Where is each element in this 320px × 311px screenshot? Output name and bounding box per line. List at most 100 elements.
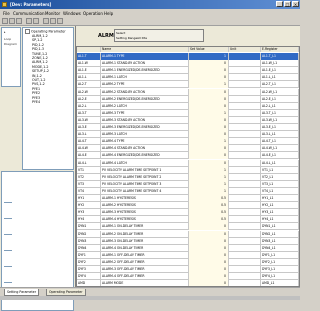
cell-set-value[interactable]: 0 xyxy=(189,258,229,266)
tab-setting-parameter[interactable]: Setting Parameter xyxy=(4,289,40,296)
column-header[interactable]: Set Value xyxy=(189,47,229,52)
table-row[interactable]: AL2.E ALARM-2 ENERGIZED/DE-ENERGIZED 0 AL2.… xyxy=(77,95,299,103)
cell-set-value[interactable]: 0 xyxy=(189,251,229,259)
cell-set-value[interactable]: 0 xyxy=(189,102,229,110)
table-row[interactable]: AL1.T ALARM-1 TYPE 1 AL1.T_L1 xyxy=(77,53,299,60)
menu-help[interactable]: Help xyxy=(104,11,113,16)
cell-set-value[interactable]: 0 xyxy=(189,124,229,131)
cell-set-value[interactable]: 0 xyxy=(189,88,229,96)
tree-item[interactable]: PYE2 xyxy=(32,91,40,95)
tree-item[interactable]: ALRM,1-2 xyxy=(32,60,48,64)
table-row[interactable]: AL4.W ALARM-4 STAND-BY ACTION 0 AL4.W_L1 xyxy=(77,145,299,153)
close-button[interactable]: × xyxy=(292,1,299,7)
cell-set-value[interactable]: 0 xyxy=(189,152,229,160)
table-row[interactable]: HY1 ALARM-1 HYSTERESIS 0.5 HY1_L1 xyxy=(77,195,299,202)
tree-item[interactable]: PID,1-2 xyxy=(32,43,44,47)
column-header[interactable] xyxy=(77,47,101,52)
collapse-icon[interactable] xyxy=(25,29,30,34)
tree-item[interactable]: TUNE,1-2 xyxy=(32,52,47,56)
table-row[interactable]: AL3.E ALARM-3 ENERGIZED/DE-ENERGIZED 0 AL3.… xyxy=(77,124,299,131)
table-row[interactable]: DYF1 ALARM-1 OFF-DELAY TIMER 0 DYF1_L1 xyxy=(77,251,299,259)
save-icon[interactable] xyxy=(16,18,22,24)
tree-item[interactable]: PID,1-3 xyxy=(32,47,44,51)
cell-set-value[interactable]: 1 xyxy=(189,180,229,188)
setting-range-value[interactable]: All Dta xyxy=(137,36,147,40)
cell-set-value[interactable]: 0 xyxy=(189,266,229,273)
cell-set-value[interactable]: 0.5 xyxy=(189,216,229,224)
menu-operation[interactable]: Operation xyxy=(83,11,103,16)
cell-set-value[interactable]: 0 xyxy=(189,244,229,252)
tree-item[interactable]: ALRM,1-2 xyxy=(32,34,48,38)
nav-item[interactable]: Diagram xyxy=(4,42,17,46)
cell-set-value[interactable]: 1 xyxy=(189,138,229,146)
table-row[interactable]: AL1.W ALARM-1 STAND-BY ACTION 0 AL1.W_L1 xyxy=(77,60,299,68)
column-header[interactable]: Unit xyxy=(229,47,261,52)
upload-icon[interactable] xyxy=(57,18,63,24)
table-row[interactable]: HY4 ALARM-4 HYSTERESIS 0.5 HY4_L1 xyxy=(77,216,299,224)
menu-monitor[interactable]: Monitor xyxy=(45,11,60,16)
menu-windows[interactable]: Windows xyxy=(63,11,81,16)
cell-set-value[interactable]: 0 xyxy=(189,159,229,167)
table-row[interactable]: AL4.L ALARM-4 LATCH 0 AL4.L_L1 xyxy=(77,159,299,167)
column-header[interactable]: E.Register xyxy=(261,47,299,52)
table-row[interactable]: AL2.T ALARM-2 TYPE 1 AL2.T_L1 xyxy=(77,81,299,89)
table-row[interactable]: DYF4 ALARM-4 OFF-DELAY TIMER 0 DYF4_L1 xyxy=(77,273,299,281)
table-row[interactable]: AMD ALARM MODE 0 AMD_L1 xyxy=(77,280,299,286)
cell-set-value[interactable]: 1 xyxy=(189,187,229,195)
cell-set-value[interactable]: 0 xyxy=(189,60,229,68)
table-row[interactable]: AL3.T ALARM-3 TYPE 1 AL3.T_L1 xyxy=(77,109,299,117)
nav-item[interactable]: ▸ xyxy=(4,30,6,34)
cell-set-value[interactable]: 1 xyxy=(189,81,229,89)
table-row[interactable]: DYF2 ALARM-2 OFF-DELAY TIMER 0 DYF2_L1 xyxy=(77,258,299,266)
cell-set-value[interactable]: 0 xyxy=(189,223,229,231)
tree-item[interactable]: PVS,1-2 xyxy=(32,82,45,86)
monitor-icon[interactable] xyxy=(43,18,49,24)
menu-file[interactable]: File xyxy=(3,11,10,16)
cell-set-value[interactable]: 0 xyxy=(189,280,229,286)
cell-set-value[interactable]: 0 xyxy=(189,131,229,139)
cell-set-value[interactable]: 0 xyxy=(189,230,229,238)
table-row[interactable]: VT1 PV VELOCITY ALARM TIME SETPOINT 1 1 VT1… xyxy=(77,166,299,174)
cell-set-value[interactable]: 0 xyxy=(189,95,229,103)
table-row[interactable]: VT3 PV VELOCITY ALARM TIME SETPOINT 3 1 VT3… xyxy=(77,180,299,188)
connect-icon[interactable] xyxy=(26,18,32,24)
cell-set-value[interactable]: 0.5 xyxy=(189,209,229,217)
cell-set-value[interactable]: 0.5 xyxy=(189,202,229,210)
open-icon[interactable] xyxy=(9,18,15,24)
cell-set-value[interactable]: 0 xyxy=(189,273,229,281)
cell-set-value[interactable]: 1 xyxy=(189,109,229,117)
new-icon[interactable] xyxy=(2,18,8,24)
tree-item[interactable]: PYE3 xyxy=(32,96,40,100)
cell-set-value[interactable]: 1 xyxy=(189,166,229,174)
column-header[interactable]: Name xyxy=(101,47,189,52)
cell-set-value[interactable]: 0 xyxy=(189,74,229,82)
cell-set-value[interactable]: 0 xyxy=(189,237,229,245)
cell-set-value[interactable]: 0 xyxy=(189,116,229,124)
table-row[interactable]: AL2.L ALARM-2 LATCH 0 AL2.L_L1 xyxy=(77,102,299,110)
table-row[interactable]: VT4 PV VELOCITY ALARM TIME SETPOINT 4 1 VT4… xyxy=(77,187,299,195)
maximize-button[interactable]: □ xyxy=(284,1,291,7)
tree-item[interactable]: SETUP,1-2 xyxy=(32,69,49,73)
tree-item[interactable]: IN,1-2 xyxy=(32,74,42,78)
tree-item[interactable]: ZONE,1-2 xyxy=(32,56,48,60)
table-row[interactable]: AL1.E ALARM-1 ENERGIZED/DE-ENERGIZED 0 AL1.… xyxy=(77,67,299,75)
disconnect-icon[interactable] xyxy=(33,18,39,24)
table-row[interactable]: AL2.W ALARM-2 STAND-BY ACTION 0 AL2.W_L1 xyxy=(77,88,299,96)
tree-item[interactable]: OUT,1-2 xyxy=(32,78,45,82)
minimize-button[interactable]: _ xyxy=(276,1,283,7)
nav-item[interactable]: Loop xyxy=(4,37,11,41)
tree-item[interactable]: SP,1-2 xyxy=(32,38,43,42)
table-row[interactable]: AL3.W ALARM-3 STAND-BY ACTION 0 AL3.W_L1 xyxy=(77,116,299,124)
table-row[interactable]: VT2 PV VELOCITY ALARM TIME SETPOINT 2 1 VT2… xyxy=(77,173,299,181)
table-row[interactable]: DYN2 ALARM-2 ON-DELAY TIMER 0 DYN2_L1 xyxy=(77,230,299,238)
table-row[interactable]: HY3 ALARM-3 HYSTERESIS 0.5 HY3_L1 xyxy=(77,209,299,217)
cell-set-value[interactable]: 0.5 xyxy=(189,195,229,202)
table-row[interactable]: DYN1 ALARM-1 ON-DELAY TIMER 0 DYN1_L1 xyxy=(77,223,299,231)
cell-set-value[interactable]: 1 xyxy=(189,53,229,60)
table-row[interactable]: AL4.E ALARM-4 ENERGIZED/DE-ENERGIZED 0 AL4.… xyxy=(77,152,299,160)
table-row[interactable]: DYF3 ALARM-3 OFF-DELAY TIMER 0 DYF3_L1 xyxy=(77,266,299,273)
table-row[interactable]: HY2 ALARM-2 HYSTERESIS 0.5 HY2_L1 xyxy=(77,202,299,210)
table-row[interactable]: AL4.T ALARM-4 TYPE 1 AL4.T_L1 xyxy=(77,138,299,146)
table-row[interactable]: AL3.L ALARM-3 LATCH 0 AL3.L_L1 xyxy=(77,131,299,139)
cell-set-value[interactable]: 0 xyxy=(189,67,229,75)
